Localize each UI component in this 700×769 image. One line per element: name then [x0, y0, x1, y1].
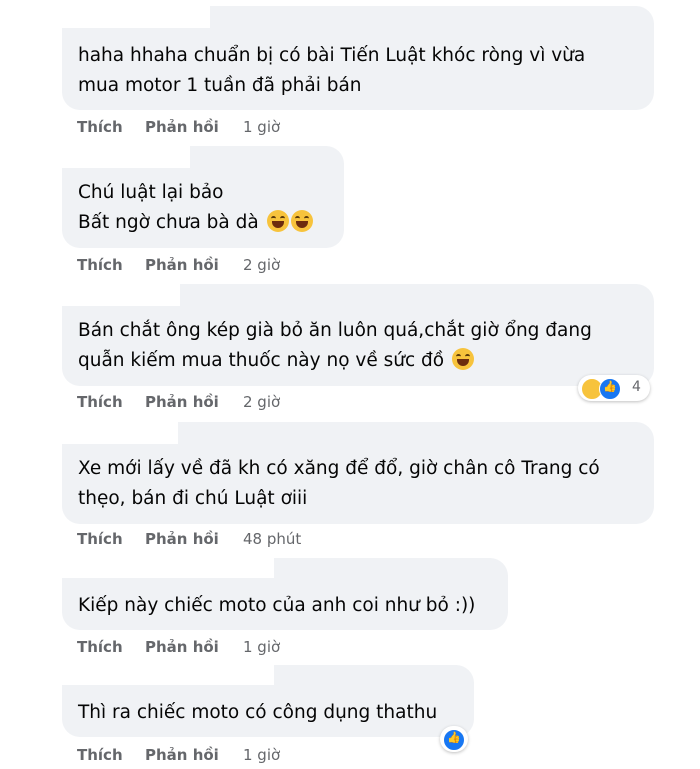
like-button[interactable]: Thích — [77, 118, 123, 136]
comment-text-line: quẫn kiếm mua thuốc này nọ về sức đồ — [78, 346, 474, 376]
reply-button[interactable]: Phản hồi — [145, 530, 219, 548]
redacted-author-name — [62, 422, 178, 444]
redacted-author-name — [62, 665, 274, 685]
comment-text-line: Bán chắt ông kép già bỏ ăn luôn quá,chắt… — [78, 320, 592, 341]
reaction-summary[interactable] — [440, 726, 468, 752]
comment-timestamp[interactable]: 1 giờ — [243, 118, 280, 136]
reply-button[interactable]: Phản hồi — [145, 746, 219, 764]
like-button[interactable]: Thích — [77, 638, 123, 656]
comment-timestamp[interactable]: 2 giờ — [243, 256, 280, 274]
redacted-author-name — [62, 558, 274, 578]
grinning-emoji-icon — [451, 348, 474, 370]
comment-text-line: Xe mới lấy về đã kh có xăng để đổ, giờ c… — [78, 458, 600, 479]
comment-text-line: Thì ra chiếc moto có công dụng thathu — [78, 702, 438, 723]
comment-timestamp[interactable]: 1 giờ — [243, 746, 280, 764]
like-button[interactable]: Thích — [77, 746, 123, 764]
comment-text-line: thẹo, bán đi chú Luật ơiii — [78, 488, 308, 509]
comment-text-line: Bất ngờ chưa bà dà — [78, 208, 313, 238]
reaction-summary[interactable]: 4 — [578, 375, 650, 401]
comment-timestamp[interactable]: 2 giờ — [243, 393, 280, 411]
comment-text-line: Kiếp này chiếc moto của anh coi như bỏ :… — [78, 595, 476, 616]
reply-button[interactable]: Phản hồi — [145, 393, 219, 411]
reply-button[interactable]: Phản hồi — [145, 256, 219, 274]
comment-timestamp[interactable]: 1 giờ — [243, 638, 280, 656]
like-button[interactable]: Thích — [77, 393, 123, 411]
comment-text: Bất ngờ chưa bà dà — [78, 212, 259, 233]
laughing-emoji-icon — [266, 210, 289, 232]
comment-text-line: haha hhaha chuẩn bị có bài Tiến Luật khó… — [78, 45, 586, 66]
comment-text-line: mua motor 1 tuần đã phải bán — [78, 75, 362, 96]
reply-button[interactable]: Phản hồi — [145, 638, 219, 656]
reply-button[interactable]: Phản hồi — [145, 118, 219, 136]
comment-text: quẫn kiếm mua thuốc này nọ về sức đồ — [78, 350, 445, 371]
laughing-emoji-icon — [290, 210, 313, 232]
redacted-author-name — [62, 6, 210, 28]
like-button[interactable]: Thích — [77, 530, 123, 548]
redacted-author-name — [62, 146, 190, 168]
comment-text-line: Chú luật lại bảo — [78, 182, 224, 203]
like-button[interactable]: Thích — [77, 256, 123, 274]
like-reaction-icon — [599, 378, 621, 400]
comment-timestamp[interactable]: 48 phút — [243, 530, 301, 548]
reaction-count: 4 — [632, 379, 641, 395]
redacted-author-name — [62, 284, 180, 306]
like-reaction-icon — [443, 729, 465, 751]
